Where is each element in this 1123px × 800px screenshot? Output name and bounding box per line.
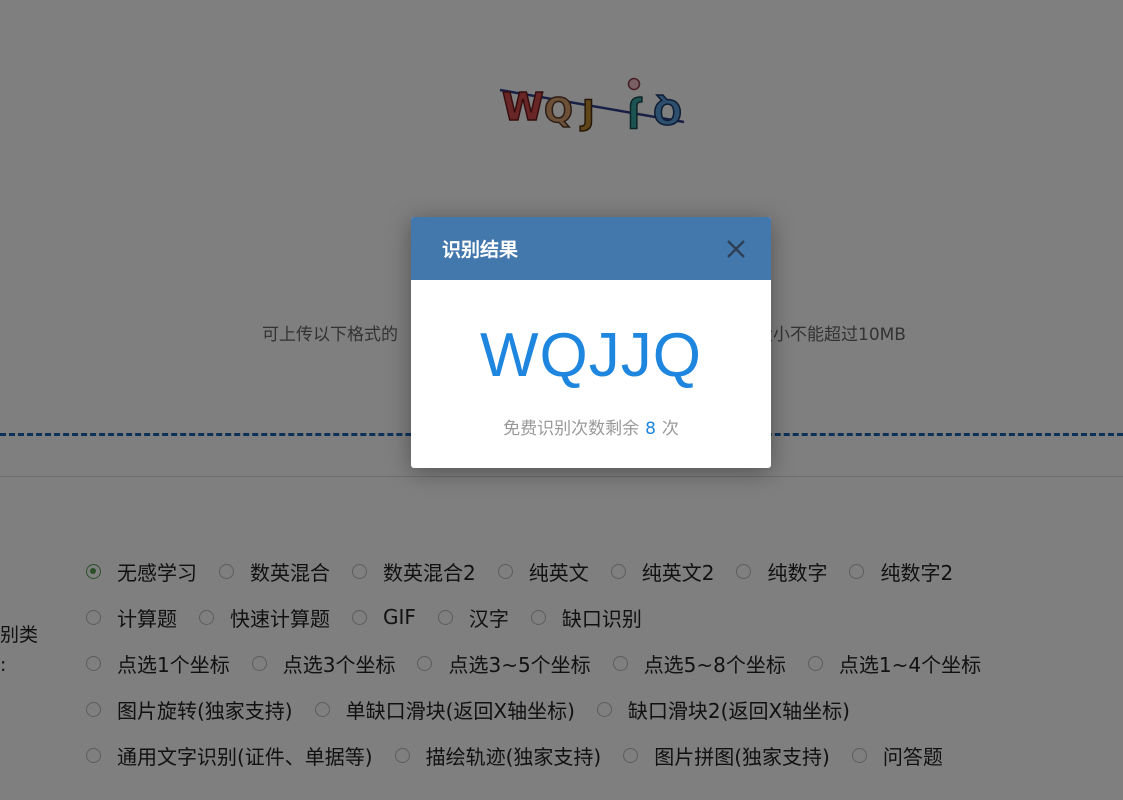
result-modal: 识别结果 WQJJQ 免费识别次数剩余 8 次 [411, 217, 771, 468]
remaining-count: 8 [645, 419, 656, 439]
modal-header: 识别结果 [411, 217, 771, 280]
close-icon[interactable] [723, 236, 749, 262]
remaining-prefix: 免费识别次数剩余 [503, 419, 640, 439]
remaining-count-text: 免费识别次数剩余 8 次 [411, 414, 771, 439]
modal-title: 识别结果 [442, 239, 519, 261]
remaining-suffix: 次 [661, 419, 679, 439]
recognition-result: WQJJQ [480, 321, 702, 390]
modal-body: WQJJQ 免费识别次数剩余 8 次 [411, 280, 771, 468]
page: W Q J J Q 可上传以下格式的 大小不能超过10MB 别类 : 无感学习数… [0, 0, 1123, 800]
